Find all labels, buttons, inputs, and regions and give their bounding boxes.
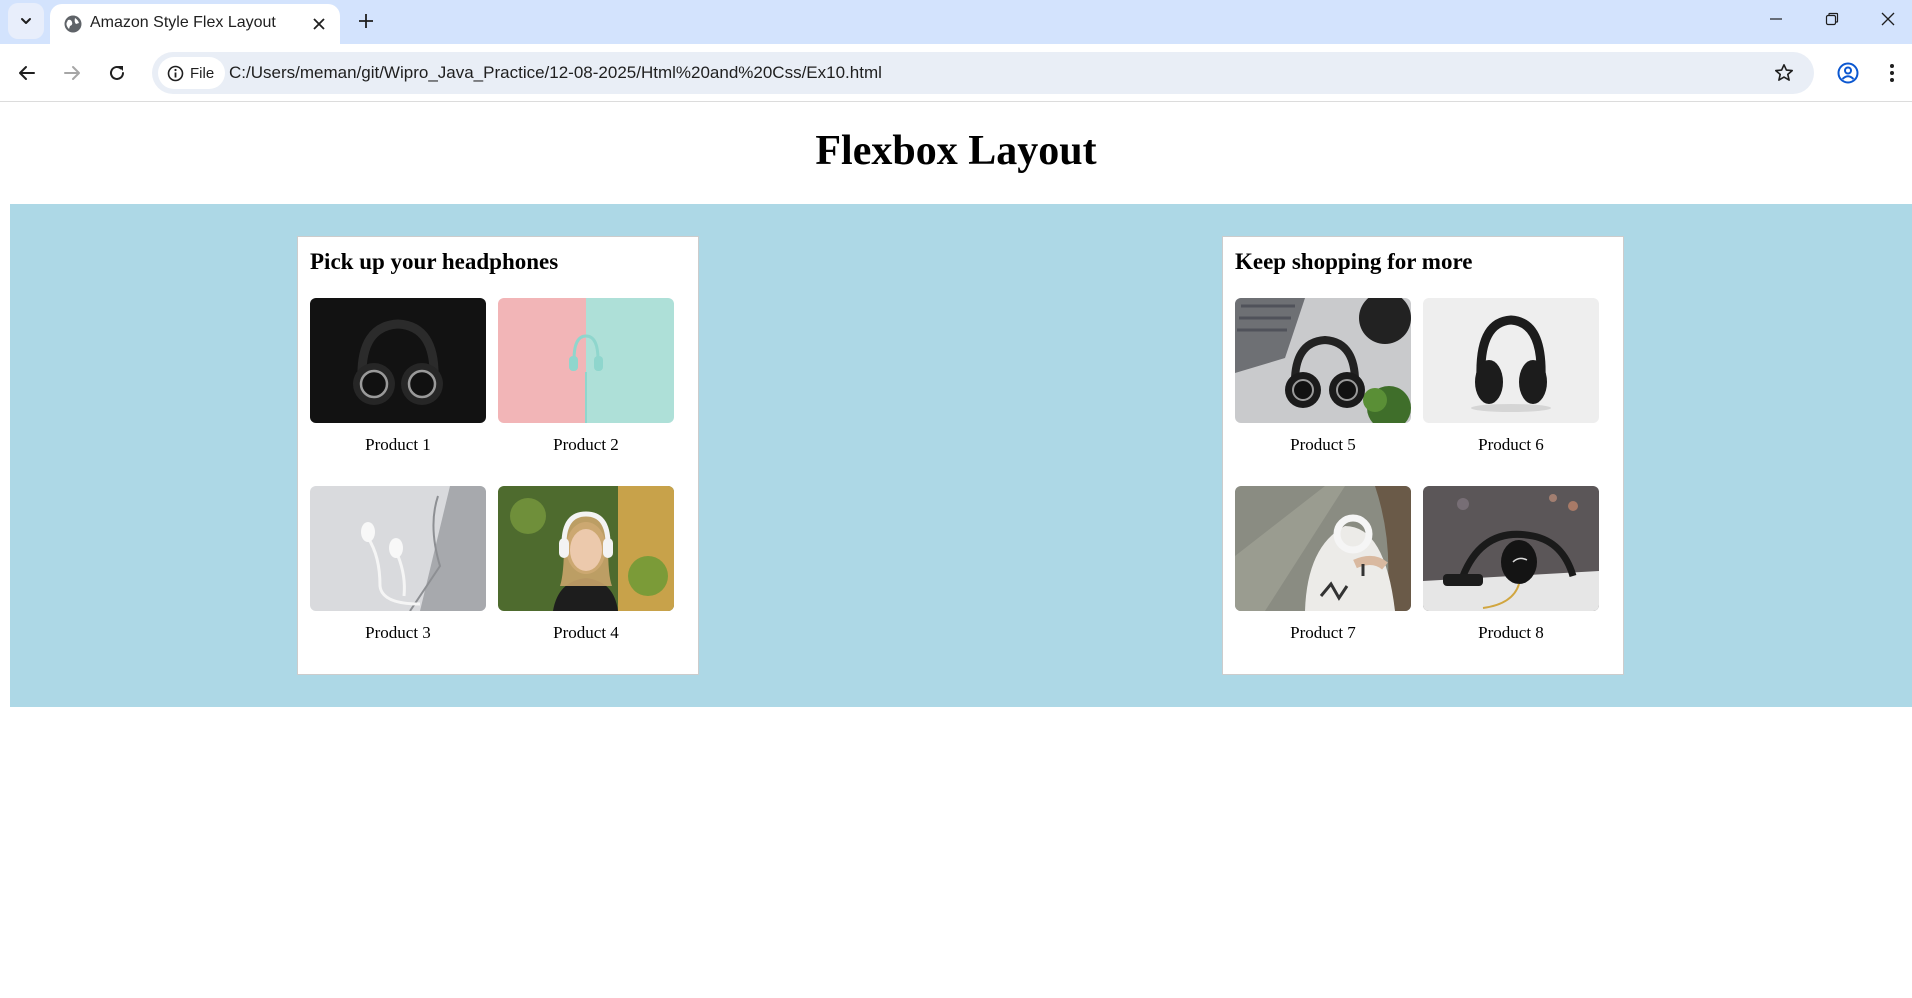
reload-icon (110, 65, 124, 80)
close-icon (1881, 12, 1895, 26)
profile-button[interactable] (1832, 57, 1864, 89)
kebab-menu-icon (1890, 64, 1894, 82)
product-item[interactable]: Product 5 (1235, 298, 1411, 455)
browser-menu-button[interactable] (1878, 57, 1906, 89)
product-item[interactable]: Product 1 (310, 298, 486, 455)
info-icon (167, 65, 184, 81)
tab-active[interactable]: Amazon Style Flex Layout (50, 4, 340, 44)
product-image[interactable] (310, 486, 486, 611)
arrow-right-icon (64, 66, 80, 80)
site-info-label: File (190, 64, 215, 82)
reload-button[interactable] (101, 57, 133, 89)
chevron-down-icon (21, 18, 31, 24)
address-bar[interactable]: File C:/Users/meman/git/Wipro_Java_Pract… (152, 52, 1814, 94)
product-item[interactable]: Product 3 (310, 486, 486, 643)
product-image[interactable] (1235, 486, 1411, 611)
product-label[interactable]: Product 7 (1235, 623, 1411, 643)
product-card-headphones: Pick up your headphones Product 1 Produc… (297, 236, 699, 675)
product-label[interactable]: Product 1 (310, 435, 486, 455)
card-title: Pick up your headphones (310, 249, 559, 274)
product-label[interactable]: Product 4 (498, 623, 674, 643)
product-label[interactable]: Product 8 (1423, 623, 1599, 643)
globe-icon (64, 15, 82, 33)
tab-search-button[interactable] (8, 3, 44, 39)
site-info-chip[interactable]: File (158, 57, 225, 89)
web-page: Flexbox Layout Pick up your headphones P… (0, 103, 1912, 998)
product-image[interactable] (1423, 298, 1599, 423)
page-heading: Flexbox Layout (815, 128, 1097, 174)
star-icon (1775, 64, 1793, 81)
product-image[interactable] (498, 298, 674, 423)
close-tab-button[interactable] (310, 15, 328, 33)
minimize-icon (1770, 18, 1782, 20)
forward-button[interactable] (56, 57, 88, 89)
tab-title: Amazon Style Flex Layout (90, 14, 276, 31)
product-item[interactable]: Product 7 (1235, 486, 1411, 643)
product-image[interactable] (310, 298, 486, 423)
product-card-more: Keep shopping for more Product 5 Product… (1222, 236, 1624, 675)
browser-toolbar: File C:/Users/meman/git/Wipro_Java_Pract… (0, 44, 1912, 102)
card-title: Keep shopping for more (1235, 249, 1473, 274)
restore-icon (1825, 12, 1839, 26)
product-label[interactable]: Product 3 (310, 623, 486, 643)
product-item[interactable]: Product 4 (498, 486, 674, 643)
product-label[interactable]: Product 6 (1423, 435, 1599, 455)
flex-container: Pick up your headphones Product 1 Produc… (10, 204, 1912, 707)
product-image[interactable] (1235, 298, 1411, 423)
minimize-button[interactable] (1748, 0, 1804, 38)
arrow-left-icon (19, 66, 35, 80)
new-tab-button[interactable] (352, 7, 380, 35)
product-image[interactable] (1423, 486, 1599, 611)
bookmark-button[interactable] (1772, 61, 1796, 85)
restore-button[interactable] (1804, 0, 1860, 38)
close-icon (313, 18, 325, 30)
product-item[interactable]: Product 2 (498, 298, 674, 455)
plus-icon (359, 14, 373, 28)
account-icon (1837, 62, 1859, 84)
product-item[interactable]: Product 6 (1423, 298, 1599, 455)
product-item[interactable]: Product 8 (1423, 486, 1599, 643)
back-button[interactable] (11, 57, 43, 89)
url-text[interactable]: C:/Users/meman/git/Wipro_Java_Practice/1… (229, 63, 882, 83)
product-image[interactable] (498, 486, 674, 611)
product-label[interactable]: Product 2 (498, 435, 674, 455)
product-label[interactable]: Product 5 (1235, 435, 1411, 455)
tab-strip: Amazon Style Flex Layout (0, 0, 1912, 44)
close-window-button[interactable] (1860, 0, 1912, 38)
